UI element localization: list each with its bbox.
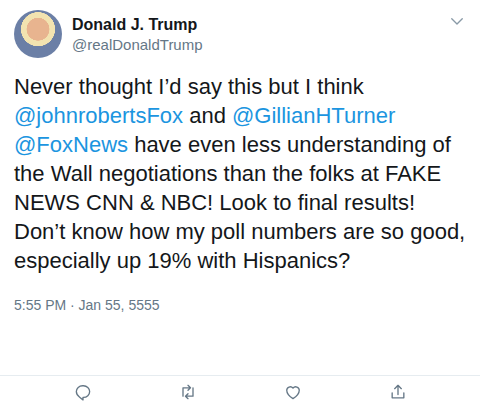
tweet-text-segment: and (183, 103, 232, 128)
retweet-icon[interactable] (178, 382, 198, 402)
avatar-photo[interactable] (14, 10, 62, 58)
mention-link[interactable]: @johnrobertsFox (14, 103, 183, 128)
tweet-text-segment: Never thought I’d say this but I think (14, 74, 364, 99)
share-icon[interactable] (388, 382, 408, 402)
tweet-timestamp[interactable]: 5:55 PM · Jan 55, 5555 (0, 295, 480, 315)
mention-link[interactable]: @GillianHTurner (232, 103, 395, 128)
tweet-card: Donald J. Trump@realDonaldTrump Never tho… (0, 0, 480, 410)
heart-icon[interactable] (283, 382, 303, 402)
chevron-down-icon[interactable] (448, 12, 466, 30)
reply-icon[interactable] (73, 382, 93, 402)
tweet-header: Donald J. Trump@realDonaldTrump (0, 0, 480, 58)
user-names: Donald J. Trump@realDonaldTrump (72, 10, 203, 55)
mention-link[interactable]: @FoxNews (14, 132, 128, 157)
action-bar (0, 375, 480, 410)
user-name[interactable]: Donald J. Trump (72, 14, 203, 35)
user-handle[interactable]: @realDonaldTrump (72, 35, 203, 55)
tweet-text: Never thought I’d say this but I think @… (0, 72, 480, 275)
